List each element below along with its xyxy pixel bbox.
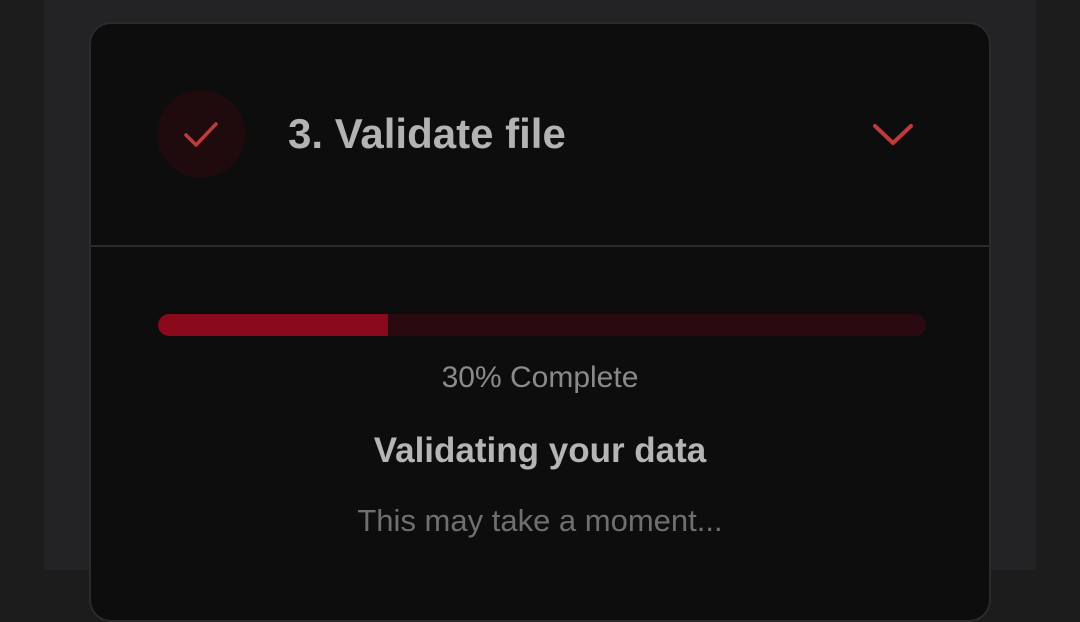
step-status-badge [157,90,245,178]
check-icon [184,122,218,147]
validate-file-step-card: 3. Validate file 30% Complete Validating… [89,22,991,622]
progress-bar [158,314,926,336]
progress-fill [158,314,389,336]
step-title: 3. Validate file [288,110,566,157]
status-subtitle: This may take a moment... [357,503,723,538]
chevron-down-icon[interactable] [871,122,915,148]
step-header[interactable]: 3. Validate file [91,24,989,245]
divider [91,245,989,247]
status-title: Validating your data [373,431,707,470]
progress-label: 30% Complete [441,361,639,394]
